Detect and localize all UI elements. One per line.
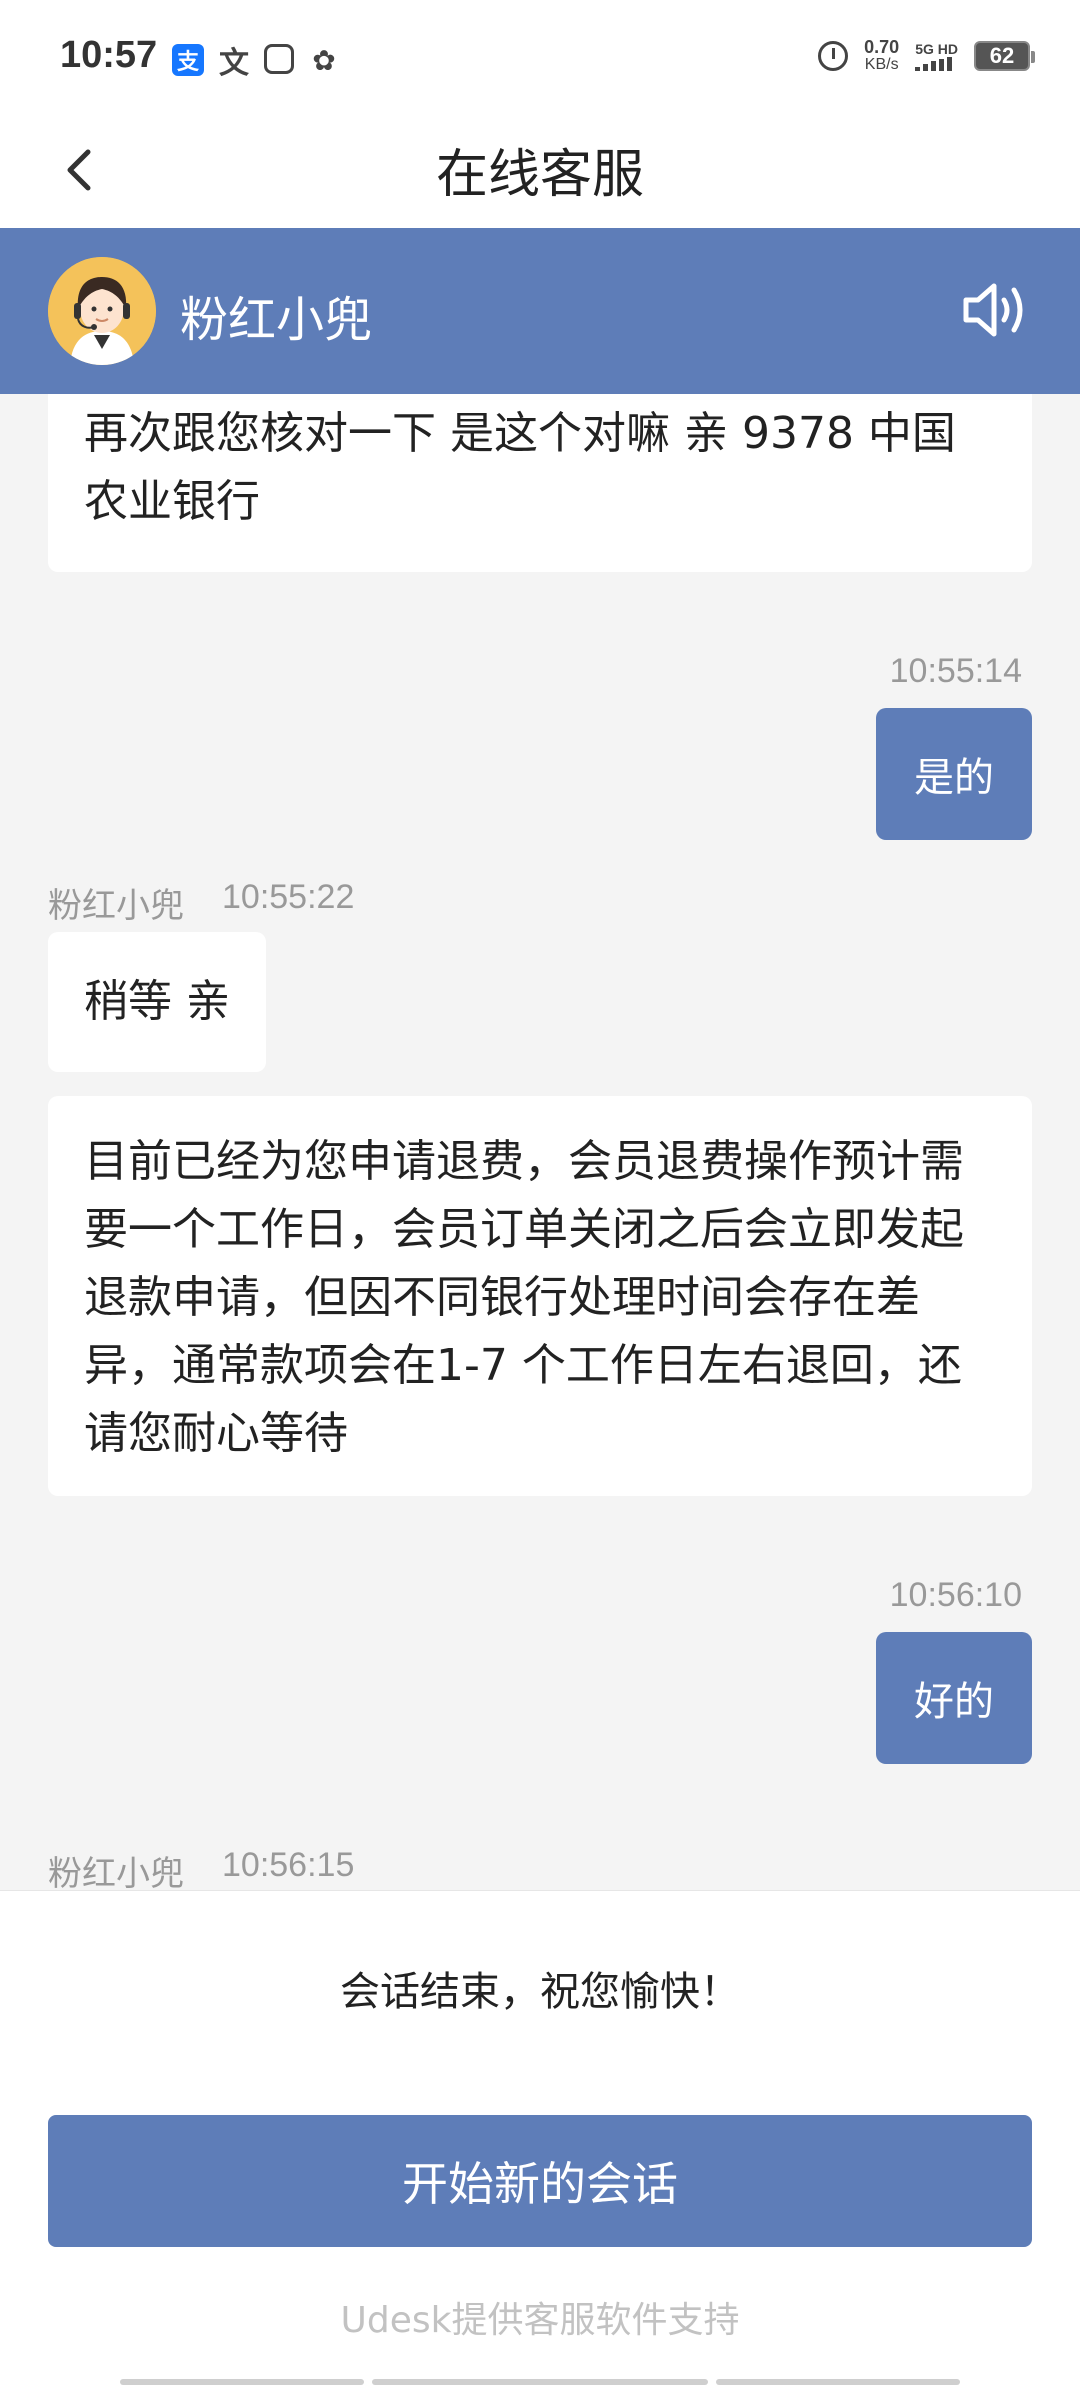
wechat-icon: ✿: [312, 43, 336, 77]
agent-message-bubble: 再次跟您核对一下 是这个对嘛 亲 9378 中国农业银行: [48, 394, 1032, 572]
agent-name: 粉红小兜: [180, 292, 373, 348]
message-text: 稍等 亲: [84, 976, 230, 1027]
message-text: 再次跟您核对一下 是这个对嘛 亲 9378 中国农业银行: [84, 408, 956, 527]
status-indicators: 0.70 KB/s 5G HD 62: [818, 38, 1035, 74]
start-new-session-button[interactable]: 开始新的会话: [48, 2115, 1032, 2247]
status-app-icons: 支 文 ✿: [172, 43, 340, 81]
nav-gesture-bar[interactable]: [716, 2379, 960, 2385]
user-message-bubble: 是的: [876, 708, 1032, 840]
app-icon: [264, 44, 294, 74]
session-end-message: 会话结束，祝您愉快！: [340, 1969, 740, 2015]
agent-avatar: [48, 257, 156, 365]
powered-by-text: Udesk提供客服软件支持: [340, 2300, 740, 2341]
agent-message-meta: 粉红小兜 10:55:22: [48, 878, 354, 927]
sender-name: 粉红小兜: [48, 1854, 184, 1890]
chat-message-list[interactable]: 再次跟您核对一下 是这个对嘛 亲 9378 中国农业银行 10:55:14 是的…: [0, 394, 1080, 1890]
network-speed-value: 0.70: [864, 37, 900, 57]
signal-label: 5G HD: [915, 41, 958, 57]
sender-name: 粉红小兜: [48, 886, 184, 926]
agent-message-bubble: 稍等 亲: [48, 932, 266, 1072]
network-speed-unit: KB/s: [864, 56, 899, 73]
user-message-bubble: 好的: [876, 1632, 1032, 1764]
speaker-icon: [963, 283, 1023, 337]
agent-message-meta: 粉红小兜 10:56:15: [48, 1846, 354, 1890]
alipay-icon: 支: [172, 44, 204, 76]
message-text: 目前已经为您申请退费，会员退费操作预计需要一个工作日，会员订单关闭之后会立即发起…: [84, 1136, 964, 1459]
message-text: 好的: [914, 1679, 994, 1725]
signal-bars-icon: [915, 57, 953, 71]
alarm-icon: [818, 41, 849, 71]
battery-icon: 62: [974, 41, 1035, 71]
message-timestamp: 10:56:10: [889, 1576, 1022, 1614]
speaker-toggle-button[interactable]: [960, 278, 1030, 342]
message-timestamp: 10:56:15: [222, 1846, 355, 1884]
agent-avatar-icon: [48, 257, 156, 365]
agent-header: 粉红小兜: [0, 228, 1080, 394]
session-end-panel: 会话结束，祝您愉快！ 开始新的会话 Udesk提供客服软件支持: [0, 1890, 1080, 2400]
title-bar: 在线客服: [0, 112, 1080, 228]
signal-indicator: 5G HD: [915, 41, 958, 71]
message-text: 是的: [914, 755, 994, 801]
page-title: 在线客服: [435, 145, 644, 205]
nav-gesture-bar[interactable]: [120, 2379, 364, 2385]
message-timestamp: 10:55:14: [889, 652, 1022, 690]
nav-gesture-bar[interactable]: [372, 2379, 708, 2385]
message-timestamp: 10:55:22: [222, 878, 355, 916]
status-time: 10:57: [60, 34, 158, 76]
network-speed: 0.70 KB/s: [864, 38, 899, 74]
translate-icon: 文: [219, 46, 249, 81]
agent-message-bubble: 目前已经为您申请退费，会员退费操作预计需要一个工作日，会员订单关闭之后会立即发起…: [48, 1096, 1032, 1496]
status-bar: 10:57 支 文 ✿ 0.70 KB/s 5G HD 62: [0, 0, 1080, 112]
